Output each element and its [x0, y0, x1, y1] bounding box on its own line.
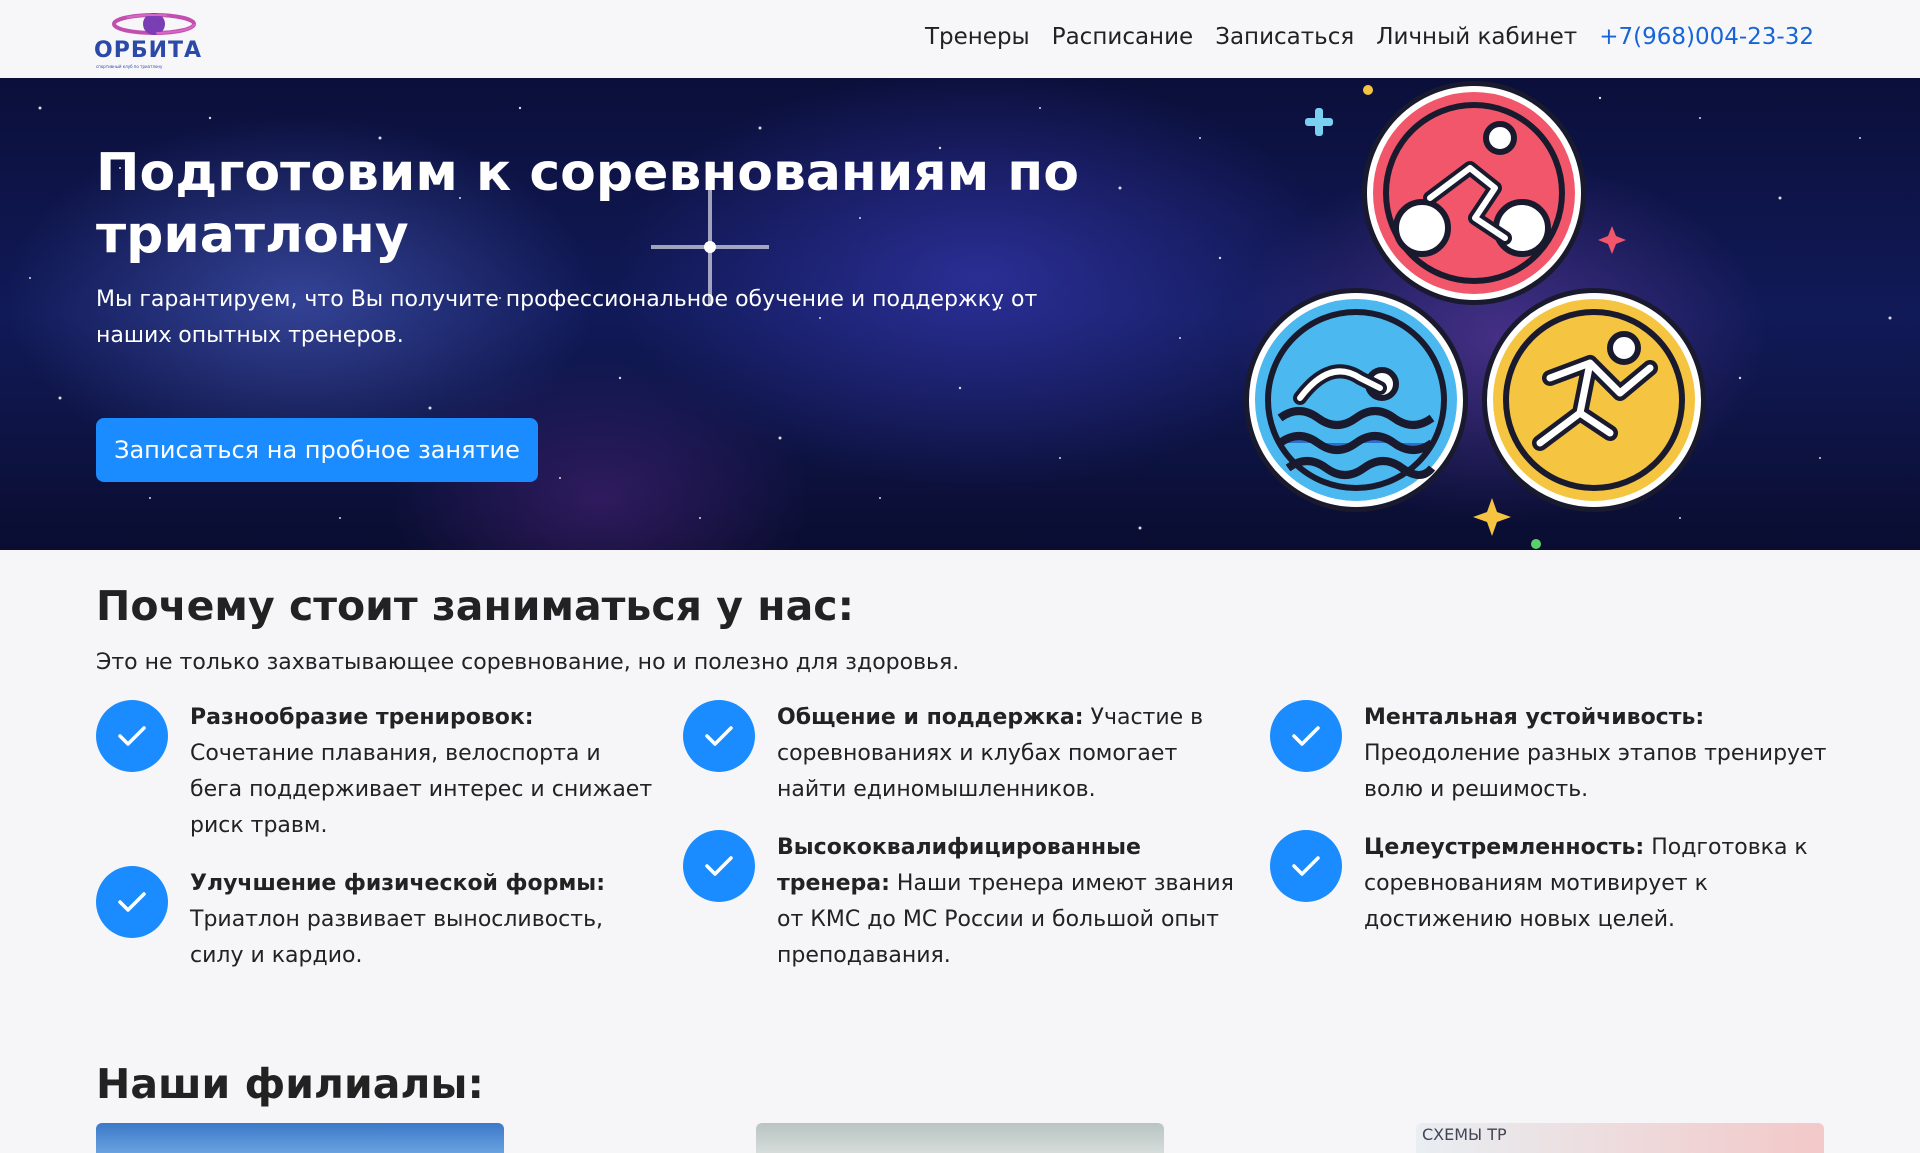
check-icon: [96, 700, 168, 772]
check-icon: [683, 700, 755, 772]
feature-text: Разнообразие тренировок: Сочетание плава…: [190, 705, 653, 838]
logo-wordmark: ОРБИТА: [94, 38, 203, 63]
hero-title: Подготовим к соревнованиям по триатлону: [96, 143, 1079, 265]
trial-lesson-button[interactable]: Записаться на пробное занятие: [96, 418, 538, 482]
feature-item: Общение и поддержка: Участие в соревнова…: [683, 700, 1243, 808]
hero-banner: Подготовим к соревнованиям по триатлону …: [0, 78, 1920, 550]
branch-card-2[interactable]: [756, 1123, 1164, 1153]
triathlon-illustration: [1244, 81, 1706, 549]
check-icon: [683, 830, 755, 902]
phone-link[interactable]: +7(968)004-23-32: [1599, 24, 1814, 50]
running-icon: [1482, 288, 1706, 512]
feature-text: Улучшение физической формы: Триатлон раз…: [190, 871, 605, 968]
nav-link-signup[interactable]: Записаться: [1215, 24, 1354, 50]
check-icon: [1270, 830, 1342, 902]
logo-tagline: спортивный клуб по триатлону: [96, 64, 163, 69]
orbita-logo[interactable]: ОРБИТА спортивный клуб по триатлону: [92, 10, 210, 70]
check-icon: [96, 866, 168, 938]
why-section-subtitle: Это не только захватывающее соревнование…: [96, 650, 960, 675]
nav-link-trainers[interactable]: Тренеры: [925, 24, 1030, 50]
cycling-icon: [1362, 81, 1586, 305]
feature-text: Общение и поддержка: Участие в соревнова…: [777, 705, 1204, 802]
feature-text: Ментальная устойчивость: Преодоление раз…: [1364, 705, 1827, 802]
hero-subtitle: Мы гарантируем, что Вы получите професси…: [96, 287, 1038, 348]
feature-item: Целеустремленность: Подготовка к соревно…: [1270, 830, 1830, 938]
feature-item: Разнообразие тренировок: Сочетание плава…: [96, 700, 656, 844]
nav-link-schedule[interactable]: Расписание: [1052, 24, 1193, 50]
swimming-icon: [1244, 288, 1468, 512]
feature-item: Ментальная устойчивость: Преодоление раз…: [1270, 700, 1830, 808]
main-nav: Тренеры Расписание Записаться Личный каб…: [925, 24, 1814, 50]
nav-link-account[interactable]: Личный кабинет: [1376, 24, 1577, 50]
branches-title: Наши филиалы:: [96, 1060, 484, 1108]
feature-item: Улучшение физической формы: Триатлон раз…: [96, 866, 656, 974]
feature-text: Высококвалифицированные тренера: Наши тр…: [777, 835, 1234, 968]
why-section-title: Почему стоит заниматься у нас:: [96, 582, 854, 630]
branch-card-1[interactable]: [96, 1123, 504, 1153]
site-header: ОРБИТА спортивный клуб по триатлону Трен…: [0, 0, 1920, 78]
feature-item: Высококвалифицированные тренера: Наши тр…: [683, 830, 1243, 974]
branch-card-3[interactable]: СХЕМЫ ТР: [1416, 1123, 1824, 1153]
check-icon: [1270, 700, 1342, 772]
feature-text: Целеустремленность: Подготовка к соревно…: [1364, 835, 1808, 932]
branch-map-label: СХЕМЫ ТР: [1422, 1125, 1507, 1144]
